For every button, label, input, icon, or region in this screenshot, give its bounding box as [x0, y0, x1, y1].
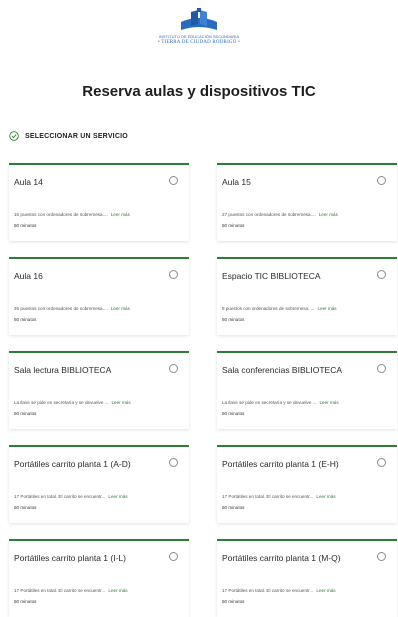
service-card[interactable]: Sala lectura BIBLIOTECA La llave se pide…: [9, 351, 189, 429]
service-name: Portátiles carrito planta 1 (I-L): [14, 553, 126, 563]
service-name: Aula 15: [222, 177, 251, 187]
read-more-link[interactable]: Leer más: [319, 400, 338, 405]
service-description: 16 puestos con ordenadores de sobremesa.…: [14, 212, 130, 217]
section-header: SELECCIONAR UN SERVICIO: [9, 131, 128, 141]
service-duration: 50 minutos: [222, 505, 245, 510]
service-duration: 50 minutos: [14, 505, 37, 510]
read-more-link[interactable]: Leer más: [317, 306, 336, 311]
service-description: 17 Portátiles en total. El carrito se en…: [14, 588, 128, 593]
service-duration: 50 minutos: [14, 411, 37, 416]
read-more-link[interactable]: Leer más: [111, 400, 130, 405]
logo-text-line1: INSTITUTO DE EDUCACIÓN SECUNDARIA: [158, 34, 240, 39]
service-description: 17 Portátiles en total. El carrito se en…: [222, 494, 336, 499]
service-description: La llave se pide en secretaría y se devu…: [14, 400, 131, 405]
service-name: Portátiles carrito planta 1 (A-D): [14, 459, 131, 469]
service-description: 26 puestos con ordenadores de sobremesa.…: [14, 306, 130, 311]
service-radio[interactable]: [169, 458, 178, 467]
service-name: Aula 14: [14, 177, 43, 187]
read-more-link[interactable]: Leer más: [111, 212, 130, 217]
read-more-link[interactable]: Leer más: [108, 494, 127, 499]
service-radio[interactable]: [169, 176, 178, 185]
service-card[interactable]: Portátiles carrito planta 1 (M-Q) 17 Por…: [217, 539, 397, 617]
school-logo: INSTITUTO DE EDUCACIÓN SECUNDARIA • TIER…: [0, 8, 398, 58]
service-name: Espacio TIC BIBLIOTECA: [222, 271, 321, 281]
service-duration: 50 minutos: [222, 599, 245, 604]
service-card[interactable]: Portátiles carrito planta 1 (A-D) 17 Por…: [9, 445, 189, 523]
read-more-link[interactable]: Leer más: [319, 212, 338, 217]
read-more-link[interactable]: Leer más: [316, 588, 335, 593]
logo-text-line2: • TIERRA DE CIUDAD RODRIGO •: [158, 40, 240, 45]
service-radio[interactable]: [169, 552, 178, 561]
service-duration: 50 minutos: [222, 223, 245, 228]
service-card[interactable]: Espacio TIC BIBLIOTECA 9 puestos con ord…: [217, 257, 397, 335]
service-radio[interactable]: [377, 270, 386, 279]
service-radio[interactable]: [377, 458, 386, 467]
service-card[interactable]: Aula 15 27 puestos con ordenadores de so…: [217, 163, 397, 241]
read-more-link[interactable]: Leer más: [111, 306, 130, 311]
service-radio[interactable]: [169, 270, 178, 279]
service-name: Aula 16: [14, 271, 43, 281]
service-description: 17 Portátiles en total. El carrito se en…: [222, 588, 336, 593]
service-card[interactable]: Portátiles carrito planta 1 (E-H) 17 Por…: [217, 445, 397, 523]
service-card[interactable]: Portátiles carrito planta 1 (I-L) 17 Por…: [9, 539, 189, 617]
service-duration: 50 minutos: [222, 317, 245, 322]
service-duration: 50 minutos: [14, 223, 37, 228]
service-duration: 50 minutos: [14, 317, 37, 322]
service-card[interactable]: Sala conferencias BIBLIOTECA La llave se…: [217, 351, 397, 429]
service-card[interactable]: Aula 14 16 puestos con ordenadores de so…: [9, 163, 189, 241]
service-description: 9 puestos con ordenadores de sobremesa. …: [222, 306, 337, 311]
page-title: Reserva aulas y dispositivos TIC: [82, 83, 316, 100]
read-more-link[interactable]: Leer más: [108, 588, 127, 593]
service-name: Portátiles carrito planta 1 (M-Q): [222, 553, 341, 563]
book-logo-icon: [181, 8, 217, 30]
service-name: Sala lectura BIBLIOTECA: [14, 365, 112, 375]
service-card[interactable]: Aula 16 26 puestos con ordenadores de so…: [9, 257, 189, 335]
service-name: Sala conferencias BIBLIOTECA: [222, 365, 343, 375]
service-duration: 50 minutos: [14, 599, 37, 604]
read-more-link[interactable]: Leer más: [316, 494, 335, 499]
service-radio[interactable]: [377, 552, 386, 561]
service-description: La llave se pide en secretaría y se devu…: [222, 400, 339, 405]
service-description: 17 Portátiles en total. El carrito se en…: [14, 494, 128, 499]
check-circle-icon: [9, 131, 19, 141]
service-duration: 50 minutos: [222, 411, 245, 416]
service-radio[interactable]: [169, 364, 178, 373]
section-label: SELECCIONAR UN SERVICIO: [25, 132, 128, 140]
service-name: Portátiles carrito planta 1 (E-H): [222, 459, 339, 469]
service-radio[interactable]: [377, 176, 386, 185]
service-description: 27 puestos con ordenadores de sobremesa.…: [222, 212, 338, 217]
service-radio[interactable]: [377, 364, 386, 373]
